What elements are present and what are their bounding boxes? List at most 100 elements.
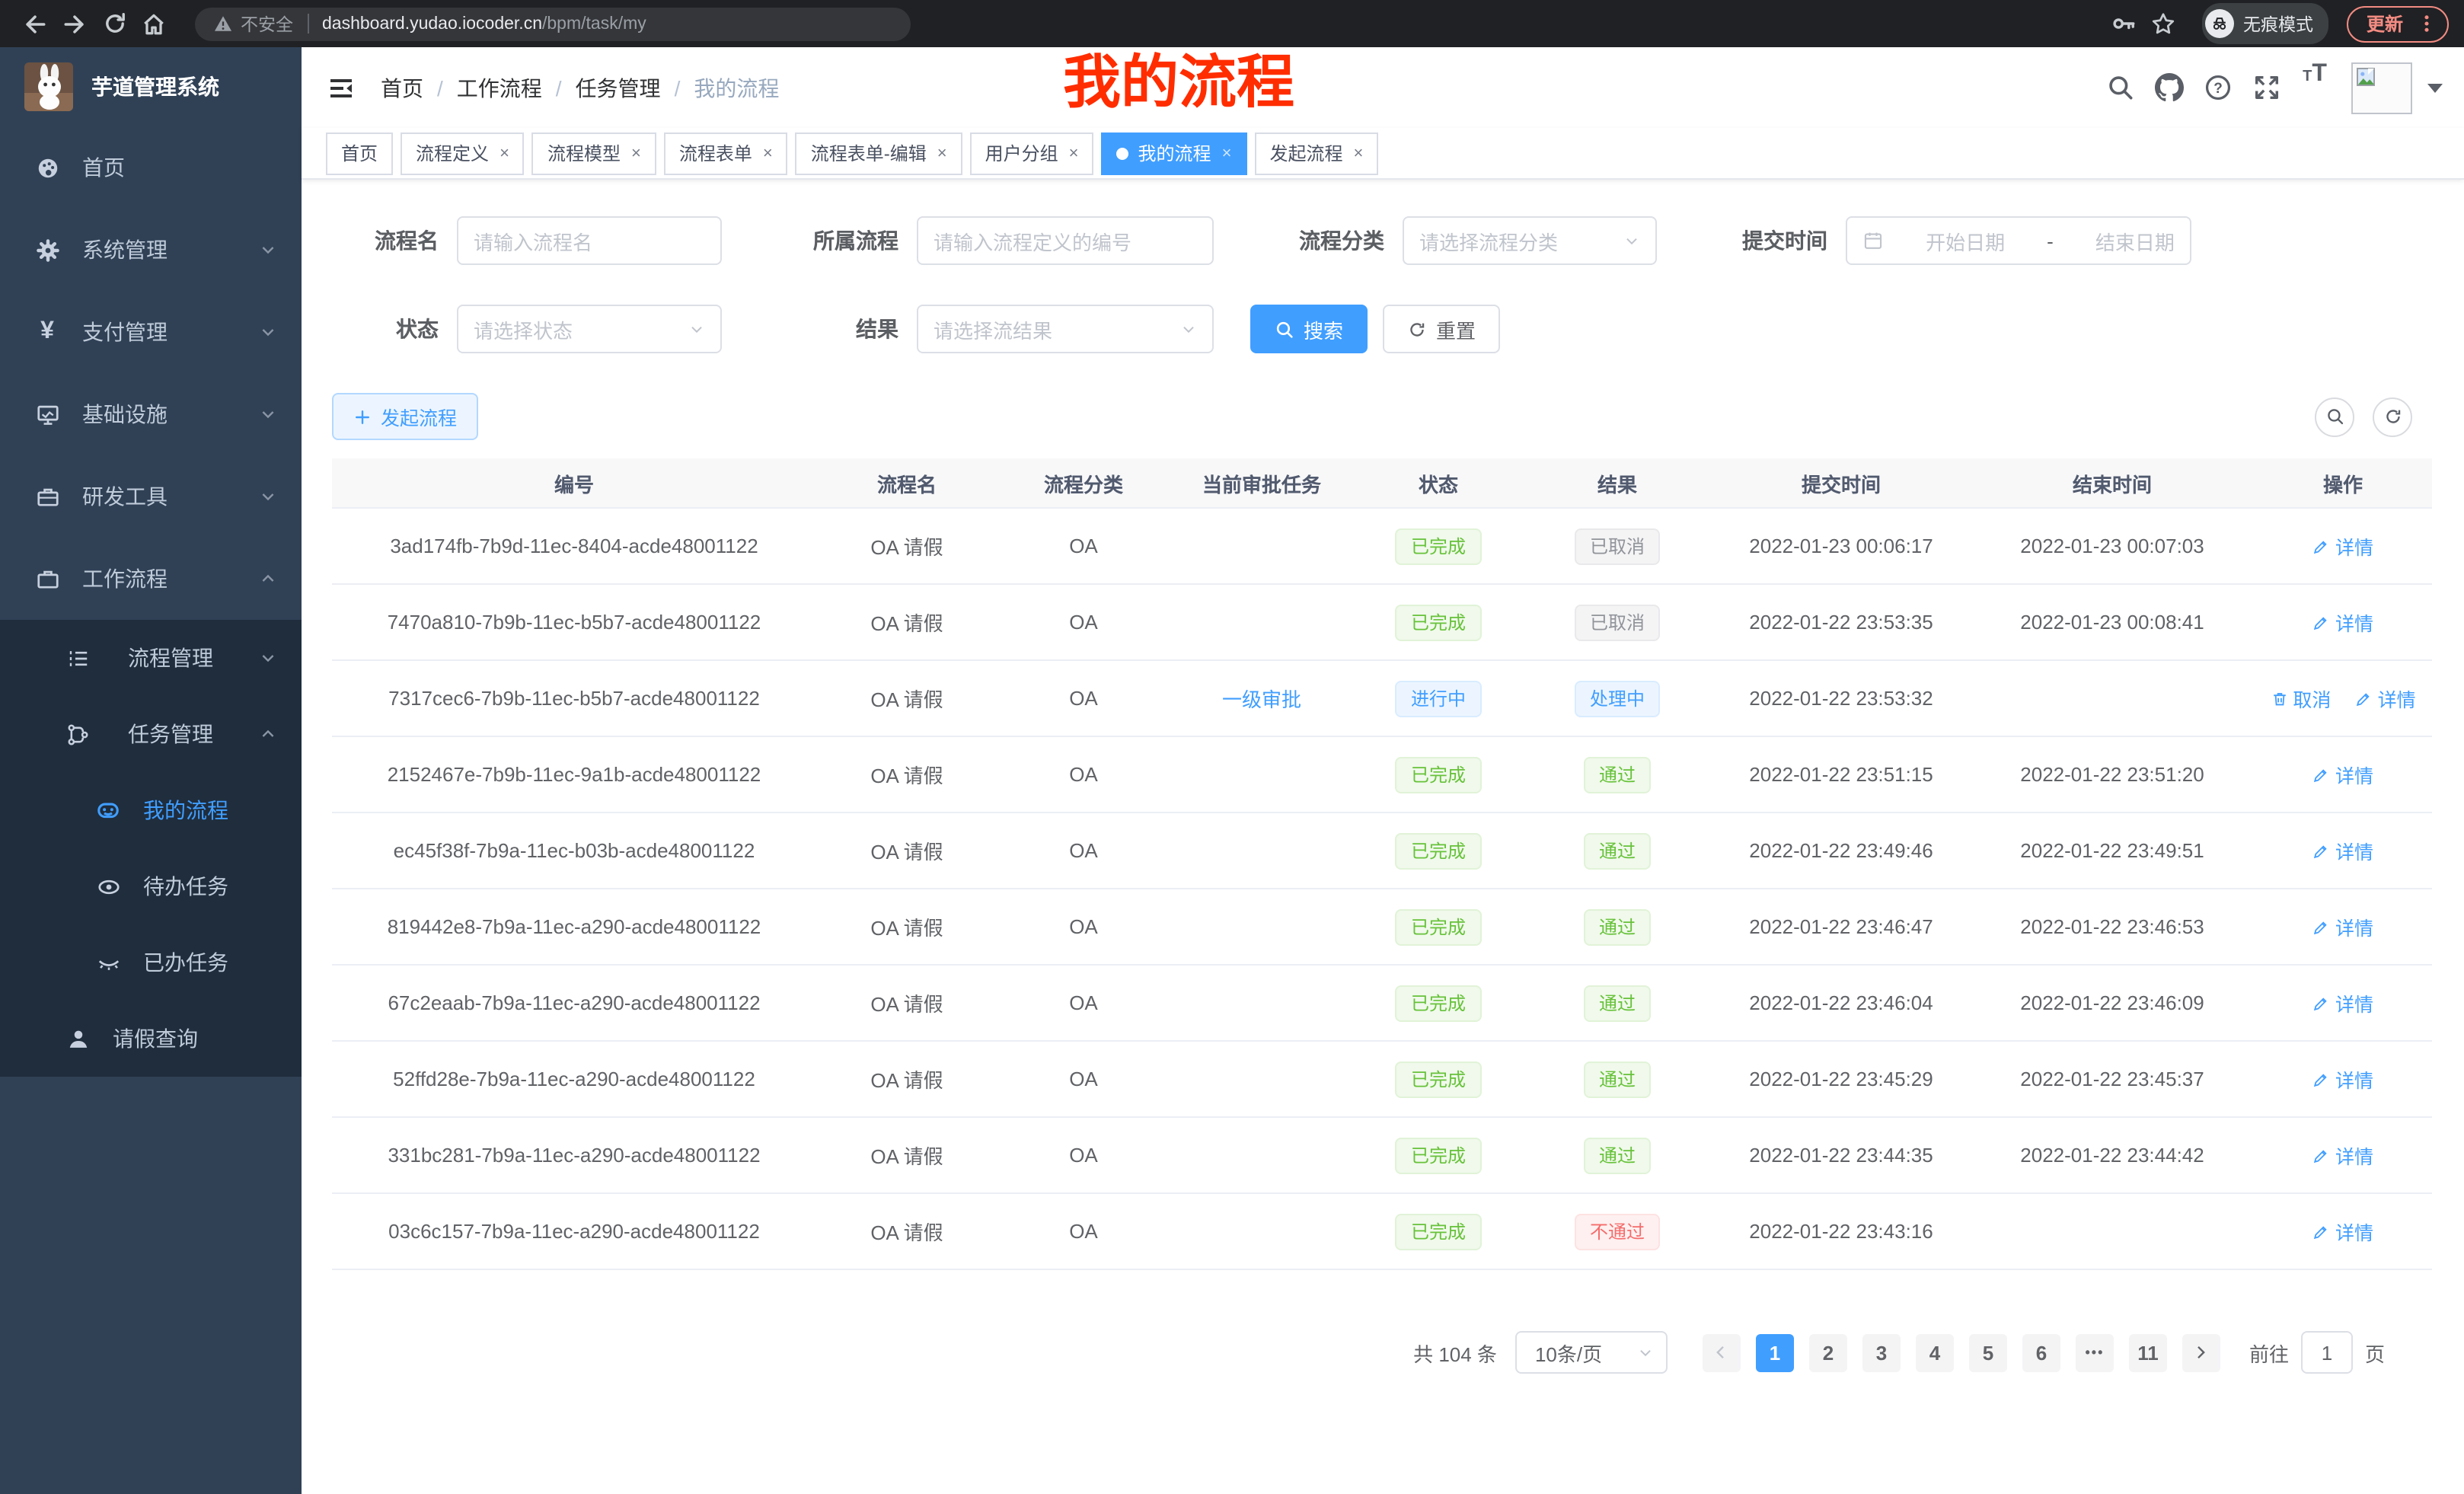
url-text[interactable]: dashboard.yudao.iocoder.cn/bpm/task/my xyxy=(322,14,646,33)
next-page-button[interactable] xyxy=(2182,1333,2220,1371)
breadcrumb-home[interactable]: 首页 xyxy=(381,72,423,103)
sidebar-item-workflow[interactable]: 工作流程 xyxy=(0,538,302,620)
hamburger-icon[interactable] xyxy=(314,60,369,115)
more-pages-button[interactable]: ••• xyxy=(2076,1333,2114,1371)
sidebar-item-home[interactable]: 首页 xyxy=(0,126,302,209)
page-button[interactable]: 1 xyxy=(1756,1333,1794,1371)
page-button[interactable]: 4 xyxy=(1916,1333,1954,1371)
sidebar-item-task-mgmt[interactable]: 任务管理 xyxy=(0,696,302,772)
edit-icon xyxy=(2312,918,2331,936)
sidebar-item-system[interactable]: 系统管理 xyxy=(0,209,302,291)
chevron-down-icon xyxy=(1637,1344,1654,1361)
fullscreen-icon[interactable] xyxy=(2242,60,2290,115)
detail-link[interactable]: 详情 xyxy=(2312,1141,2373,1170)
update-button[interactable]: 更新 xyxy=(2347,5,2449,42)
reset-button[interactable]: 重置 xyxy=(1383,305,1500,353)
tab-process-form[interactable]: 流程表单× xyxy=(664,132,788,174)
sidebar-item-my-process[interactable]: 我的流程 xyxy=(0,772,302,848)
github-icon[interactable] xyxy=(2144,60,2193,115)
result-select[interactable]: 请选择流结果 xyxy=(917,305,1214,353)
tab-home[interactable]: 首页 xyxy=(326,132,393,174)
sidebar-item-process-mgmt[interactable]: 流程管理 xyxy=(0,620,302,696)
status-badge: 已完成 xyxy=(1396,756,1481,793)
url-bar[interactable]: 不安全 dashboard.yudao.iocoder.cn/bpm/task/… xyxy=(195,7,911,40)
detail-link[interactable]: 详情 xyxy=(2312,532,2373,560)
name-label: 流程名 xyxy=(332,225,439,256)
date-range-picker[interactable]: 开始日期 - 结束日期 xyxy=(1846,216,2191,265)
toggle-search-button[interactable] xyxy=(2315,397,2354,436)
cancel-link[interactable]: 取消 xyxy=(2270,684,2331,713)
page-size-select[interactable]: 10条/页 xyxy=(1515,1331,1668,1374)
page-button[interactable]: 2 xyxy=(1809,1333,1847,1371)
question-icon[interactable]: ? xyxy=(2193,60,2242,115)
sidebar-item-leave-query[interactable]: 请假查询 xyxy=(0,1001,302,1077)
detail-link[interactable]: 详情 xyxy=(2312,608,2373,637)
close-icon[interactable]: × xyxy=(763,144,773,162)
close-icon[interactable]: × xyxy=(1069,144,1079,162)
sidebar-item-devtools[interactable]: 研发工具 xyxy=(0,455,302,538)
gear-icon xyxy=(34,237,61,263)
incognito-icon xyxy=(2205,9,2234,38)
page-button[interactable]: 3 xyxy=(1862,1333,1901,1371)
breadcrumb: 首页 / 工作流程 / 任务管理 / 我的流程 xyxy=(381,72,779,103)
kebab-menu-icon[interactable] xyxy=(2415,12,2438,35)
tab-process-form-edit[interactable]: 流程表单-编辑× xyxy=(796,132,962,174)
detail-link[interactable]: 详情 xyxy=(2355,684,2416,713)
navbar: 首页 / 工作流程 / 任务管理 / 我的流程 我的流程 ? TT xyxy=(302,47,2464,128)
star-icon[interactable] xyxy=(2144,4,2184,43)
tab-process-definition[interactable]: 流程定义× xyxy=(401,132,525,174)
tab-user-group[interactable]: 用户分组× xyxy=(970,132,1094,174)
close-icon[interactable]: × xyxy=(1222,144,1232,162)
sidebar-item-done-tasks[interactable]: 已办任务 xyxy=(0,924,302,1001)
avatar[interactable] xyxy=(2351,62,2412,113)
create-process-button[interactable]: 发起流程 xyxy=(332,393,478,440)
detail-link[interactable]: 详情 xyxy=(2312,1065,2373,1093)
home-icon[interactable] xyxy=(134,4,174,43)
detail-link[interactable]: 详情 xyxy=(2312,836,2373,865)
tab-start-process[interactable]: 发起流程× xyxy=(1254,132,1378,174)
tab-process-model[interactable]: 流程模型× xyxy=(532,132,656,174)
process-definition-input[interactable]: 请输入流程定义的编号 xyxy=(917,216,1214,265)
key-icon[interactable] xyxy=(2105,4,2144,43)
font-size-icon[interactable]: TT xyxy=(2290,60,2339,115)
page-button[interactable]: 5 xyxy=(1969,1333,2007,1371)
category-select[interactable]: 请选择流程分类 xyxy=(1403,216,1657,265)
search-icon[interactable] xyxy=(2095,60,2144,115)
sidebar-item-payment[interactable]: ¥ 支付管理 xyxy=(0,291,302,373)
breadcrumb-workflow[interactable]: 工作流程 xyxy=(457,72,542,103)
reload-icon[interactable] xyxy=(94,4,134,43)
close-icon[interactable]: × xyxy=(500,144,509,162)
detail-link[interactable]: 详情 xyxy=(2312,1217,2373,1246)
security-label[interactable]: 不安全 xyxy=(241,11,293,36)
page-button[interactable]: 11 xyxy=(2129,1333,2167,1371)
process-name-input[interactable]: 请输入流程名 xyxy=(457,216,722,265)
avatar-caret-icon[interactable] xyxy=(2427,83,2443,92)
close-icon[interactable]: × xyxy=(631,144,641,162)
refresh-button[interactable] xyxy=(2373,397,2412,436)
sidebar-item-infrastructure[interactable]: 基础设施 xyxy=(0,373,302,455)
close-icon[interactable]: × xyxy=(937,144,947,162)
dashboard-icon xyxy=(34,155,61,180)
close-icon[interactable]: × xyxy=(1353,144,1363,162)
status-select[interactable]: 请选择状态 xyxy=(457,305,722,353)
url-separator xyxy=(307,14,308,34)
detail-link[interactable]: 详情 xyxy=(2312,760,2373,789)
tab-my-process[interactable]: 我的流程× xyxy=(1102,132,1247,174)
plus-icon xyxy=(353,407,372,426)
status-badge: 已完成 xyxy=(1396,985,1481,1021)
trash-icon xyxy=(2270,689,2288,707)
app-logo[interactable]: 芋道管理系统 xyxy=(0,47,302,126)
detail-link[interactable]: 详情 xyxy=(2312,912,2373,941)
breadcrumb-task-mgmt[interactable]: 任务管理 xyxy=(576,72,661,103)
detail-link[interactable]: 详情 xyxy=(2312,988,2373,1017)
table-row: 7317cec6-7b9b-11ec-b5b7-acde48001122OA 请… xyxy=(332,660,2432,736)
table-row: 52ffd28e-7b9a-11ec-a290-acde48001122OA 请… xyxy=(332,1041,2432,1117)
forward-icon[interactable] xyxy=(55,4,94,43)
jump-page-input[interactable] xyxy=(2301,1331,2353,1374)
sidebar-item-todo-tasks[interactable]: 待办任务 xyxy=(0,848,302,924)
current-task-link[interactable]: 一级审批 xyxy=(1222,684,1301,713)
prev-page-button[interactable] xyxy=(1703,1333,1741,1371)
page-button[interactable]: 6 xyxy=(2022,1333,2060,1371)
back-icon[interactable] xyxy=(15,4,55,43)
search-button[interactable]: 搜索 xyxy=(1250,305,1368,353)
